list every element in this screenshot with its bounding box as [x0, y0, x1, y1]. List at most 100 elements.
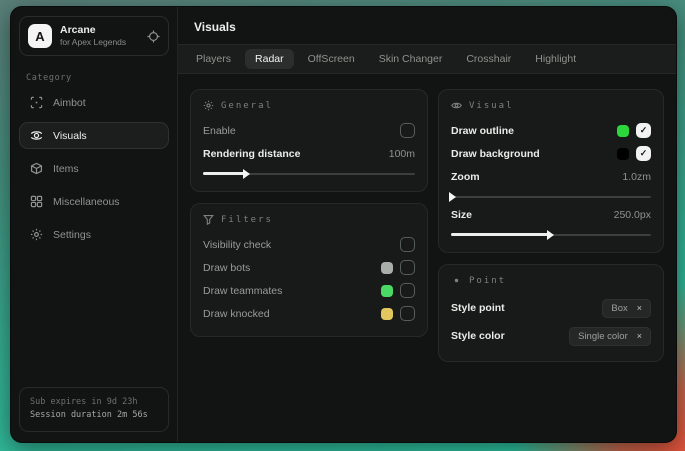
sidebar-item-visuals[interactable]: Visuals: [19, 122, 169, 149]
draw-teammates-row: Draw teammates: [203, 280, 415, 301]
panel-title: Filters: [221, 215, 273, 225]
draw-teammates-label: Draw teammates: [203, 285, 282, 297]
zoom-slider[interactable]: [451, 191, 651, 202]
crosshair-icon: [30, 96, 43, 109]
draw-outline-checkbox[interactable]: [636, 123, 651, 138]
slider-fill: [451, 233, 549, 236]
sidebar-item-settings[interactable]: Settings: [19, 221, 169, 248]
style-color-row: Style color Single color ×: [451, 323, 651, 349]
app-subtitle: for Apex Legends: [60, 37, 139, 48]
app-name: Arcane: [60, 24, 139, 37]
draw-bots-row: Draw bots: [203, 257, 415, 278]
visual-panel-header: Visual: [451, 100, 651, 111]
target-icon[interactable]: [147, 30, 160, 43]
gear-icon: [203, 100, 214, 111]
draw-background-row: Draw background: [451, 143, 651, 164]
enable-label: Enable: [203, 125, 236, 137]
slider-track: [451, 196, 651, 198]
panel-title: Point: [469, 276, 506, 286]
sidebar: A Arcane for Apex Legends Category: [11, 7, 178, 442]
style-point-value: Box: [611, 303, 627, 314]
rendering-distance-label: Rendering distance: [203, 148, 300, 160]
slider-thumb[interactable]: [243, 169, 250, 179]
sidebar-item-aimbot[interactable]: Aimbot: [19, 89, 169, 116]
rendering-distance-value: 100m: [389, 148, 415, 160]
sub-expires-text: Sub expires in 9d 23h: [30, 396, 158, 410]
sidebar-nav: Aimbot Visuals Items: [19, 89, 169, 248]
tab-skin-changer[interactable]: Skin Changer: [369, 49, 453, 69]
app-window: A Arcane for Apex Legends Category: [10, 6, 677, 443]
sidebar-item-label: Aimbot: [53, 97, 86, 109]
tab-radar[interactable]: Radar: [245, 49, 294, 69]
sidebar-item-label: Miscellaneous: [53, 196, 120, 208]
zoom-label: Zoom: [451, 171, 480, 183]
draw-knocked-label: Draw knocked: [203, 308, 270, 320]
style-color-select[interactable]: Single color ×: [569, 327, 651, 346]
general-panel-header: General: [203, 100, 415, 111]
style-point-label: Style point: [451, 302, 505, 314]
draw-knocked-checkbox[interactable]: [400, 306, 415, 321]
gear-icon: [30, 228, 43, 241]
draw-bots-label: Draw bots: [203, 262, 250, 274]
session-duration-text: Session duration 2m 56s: [30, 409, 158, 423]
sidebar-item-miscellaneous[interactable]: Miscellaneous: [19, 188, 169, 215]
size-value: 250.0px: [614, 209, 651, 221]
category-label: Category: [26, 73, 162, 83]
sidebar-item-label: Items: [53, 163, 79, 175]
visibility-check-checkbox[interactable]: [400, 237, 415, 252]
app-header-card: A Arcane for Apex Legends: [19, 16, 169, 56]
style-color-value: Single color: [578, 331, 628, 342]
tab-crosshair[interactable]: Crosshair: [456, 49, 521, 69]
draw-teammates-checkbox[interactable]: [400, 283, 415, 298]
session-info-card: Sub expires in 9d 23h Session duration 2…: [19, 387, 169, 432]
grid-icon: [30, 195, 43, 208]
app-logo: A: [28, 24, 52, 48]
draw-background-checkbox[interactable]: [636, 146, 651, 161]
draw-knocked-color-swatch[interactable]: [381, 308, 393, 320]
sidebar-item-items[interactable]: Items: [19, 155, 169, 182]
eye-icon: [451, 100, 462, 111]
visual-panel: Visual Draw outline Draw background: [438, 89, 664, 253]
slider-thumb[interactable]: [547, 230, 554, 240]
tab-offscreen[interactable]: OffScreen: [298, 49, 365, 69]
size-slider[interactable]: [451, 229, 651, 240]
tab-players[interactable]: Players: [186, 49, 241, 69]
draw-bots-color-swatch[interactable]: [381, 262, 393, 274]
draw-teammates-color-swatch[interactable]: [381, 285, 393, 297]
sidebar-item-label: Visuals: [53, 130, 87, 142]
funnel-icon: [203, 214, 214, 225]
visibility-check-label: Visibility check: [203, 239, 271, 251]
tab-bar: Players Radar OffScreen Skin Changer Cro…: [178, 44, 677, 74]
tab-highlight[interactable]: Highlight: [525, 49, 586, 69]
zoom-row: Zoom 1.0zm: [451, 166, 651, 187]
left-column: General Enable Rendering distance 100m: [190, 89, 428, 337]
right-column: Visual Draw outline Draw background: [438, 89, 664, 362]
draw-outline-row: Draw outline: [451, 120, 651, 141]
page-title: Visuals: [178, 7, 677, 44]
rendering-distance-row: Rendering distance 100m: [203, 143, 415, 164]
zoom-value: 1.0zm: [622, 171, 651, 183]
filters-panel: Filters Visibility check Draw bots: [190, 203, 428, 337]
sidebar-item-label: Settings: [53, 229, 91, 241]
size-label: Size: [451, 209, 472, 221]
enable-checkbox[interactable]: [400, 123, 415, 138]
panel-title: General: [221, 101, 273, 111]
eye-scan-icon: [30, 129, 43, 142]
draw-bots-checkbox[interactable]: [400, 260, 415, 275]
style-point-select[interactable]: Box ×: [602, 299, 651, 318]
content-area: General Enable Rendering distance 100m: [178, 74, 677, 362]
main-area: Visuals Players Radar OffScreen Skin Cha…: [178, 7, 677, 442]
slider-fill: [203, 172, 245, 175]
slider-thumb[interactable]: [449, 192, 456, 202]
remove-icon[interactable]: ×: [637, 331, 642, 341]
draw-background-label: Draw background: [451, 148, 540, 160]
dot-icon: [451, 275, 462, 286]
visibility-check-row: Visibility check: [203, 234, 415, 255]
rendering-distance-slider[interactable]: [203, 168, 415, 179]
draw-background-color-swatch[interactable]: [617, 148, 629, 160]
enable-row: Enable: [203, 120, 415, 141]
size-row: Size 250.0px: [451, 204, 651, 225]
point-panel: Point Style point Box × Style color Sing…: [438, 264, 664, 362]
remove-icon[interactable]: ×: [637, 303, 642, 313]
draw-outline-color-swatch[interactable]: [617, 125, 629, 137]
